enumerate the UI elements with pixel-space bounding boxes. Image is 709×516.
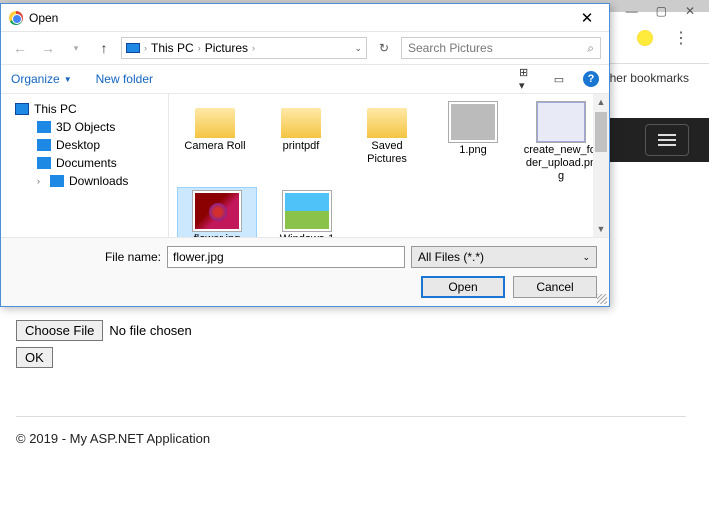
cancel-button[interactable]: Cancel xyxy=(513,276,597,298)
pc-icon xyxy=(15,103,29,115)
chevron-right-icon: › xyxy=(144,43,147,53)
file-type-select[interactable]: All Files (*.*) ⌄ xyxy=(411,246,597,268)
browser-menu-button[interactable]: ⋮ xyxy=(673,28,689,48)
breadcrumb-dropdown-icon[interactable]: ⌄ xyxy=(354,43,362,54)
search-icon: ⌕ xyxy=(587,41,594,56)
tree-downloads[interactable]: › Downloads xyxy=(5,172,164,190)
preview-pane-button[interactable]: ▭ xyxy=(551,72,567,86)
scrollbar-thumb[interactable] xyxy=(595,112,607,152)
scroll-down-icon[interactable]: ▼ xyxy=(593,221,609,237)
footer-text: © 2019 - My ASP.NET Application xyxy=(16,431,686,446)
no-file-chosen-label: No file chosen xyxy=(109,323,191,338)
scroll-up-icon[interactable]: ▲ xyxy=(593,94,609,110)
file-open-dialog: Open ✕ ← → ▾ ↑ › This PC › Pictures › ⌄ … xyxy=(0,3,610,307)
image-thumb-icon xyxy=(193,191,241,231)
nav-recent-dropdown[interactable]: ▾ xyxy=(65,43,87,54)
divider xyxy=(16,416,686,417)
filename-label: File name: xyxy=(101,250,161,264)
chevron-down-icon: ▼ xyxy=(64,75,72,84)
download-icon xyxy=(50,175,64,187)
other-bookmarks-button[interactable]: ther bookmarks xyxy=(606,71,689,85)
image-thumb-icon xyxy=(537,102,585,142)
file-saved-pictures[interactable]: Saved Pictures xyxy=(349,98,425,187)
document-icon xyxy=(37,157,51,169)
resize-grip[interactable] xyxy=(597,294,607,304)
file-camera-roll[interactable]: Camera Roll xyxy=(177,98,253,187)
tree-this-pc[interactable]: This PC xyxy=(5,100,164,118)
hamburger-menu-button[interactable] xyxy=(645,124,689,156)
tree-documents[interactable]: Documents xyxy=(5,154,164,172)
nav-up-button[interactable]: ↑ xyxy=(93,40,115,56)
dialog-title: Open xyxy=(29,11,573,25)
view-options-button[interactable]: ⊞ ▾ xyxy=(519,72,535,86)
breadcrumb[interactable]: › This PC › Pictures › ⌄ xyxy=(121,37,367,59)
file-flower-selected[interactable]: flower.jpg xyxy=(177,187,257,237)
file-list: Camera Roll printpdf Saved Pictures 1.pn… xyxy=(169,94,609,237)
browser-close-button[interactable]: ✕ xyxy=(685,4,695,18)
image-thumb-icon xyxy=(449,102,497,142)
nav-back-button[interactable]: ← xyxy=(9,40,31,56)
browser-maximize-button[interactable]: ▢ xyxy=(656,4,667,18)
tree-3d-objects[interactable]: 3D Objects xyxy=(5,118,164,136)
browser-minimize-button[interactable]: — xyxy=(626,4,638,18)
chevron-right-icon: › xyxy=(198,43,201,53)
file-windows-1[interactable]: Windows-1 xyxy=(267,187,347,237)
new-folder-button[interactable]: New folder xyxy=(96,72,153,86)
refresh-button[interactable]: ↻ xyxy=(373,41,395,55)
file-create-new[interactable]: create_new_folder_upload.png xyxy=(521,98,601,187)
folder-tree: This PC 3D Objects Desktop Documents › D… xyxy=(1,94,169,237)
folder-icon xyxy=(281,108,321,138)
dialog-close-button[interactable]: ✕ xyxy=(573,9,601,27)
breadcrumb-this-pc[interactable]: This PC xyxy=(151,41,194,55)
desktop-icon xyxy=(37,139,51,151)
file-printpdf[interactable]: printpdf xyxy=(263,98,339,187)
scrollbar[interactable]: ▲ ▼ xyxy=(593,94,609,237)
chrome-icon xyxy=(9,11,23,25)
pc-icon xyxy=(126,43,140,53)
search-input[interactable]: Search Pictures ⌕ xyxy=(401,37,601,59)
extension-icon[interactable] xyxy=(637,30,653,46)
open-button[interactable]: Open xyxy=(421,276,505,298)
ok-button[interactable]: OK xyxy=(16,347,53,368)
folder-icon xyxy=(195,108,235,138)
chevron-right-icon: › xyxy=(252,43,255,53)
tree-desktop[interactable]: Desktop xyxy=(5,136,164,154)
folder-icon xyxy=(367,108,407,138)
cube-icon xyxy=(37,121,51,133)
nav-forward-button[interactable]: → xyxy=(37,40,59,56)
help-button[interactable]: ? xyxy=(583,71,599,87)
organize-menu[interactable]: Organize▼ xyxy=(11,72,72,86)
breadcrumb-pictures[interactable]: Pictures xyxy=(205,41,248,55)
choose-file-button[interactable]: Choose File xyxy=(16,320,103,341)
chevron-right-icon: › xyxy=(37,176,45,186)
file-1-png[interactable]: 1.png xyxy=(435,98,511,187)
image-thumb-icon xyxy=(283,191,331,231)
chevron-down-icon: ⌄ xyxy=(582,252,590,263)
search-placeholder: Search Pictures xyxy=(408,41,493,55)
filename-input[interactable] xyxy=(167,246,405,268)
